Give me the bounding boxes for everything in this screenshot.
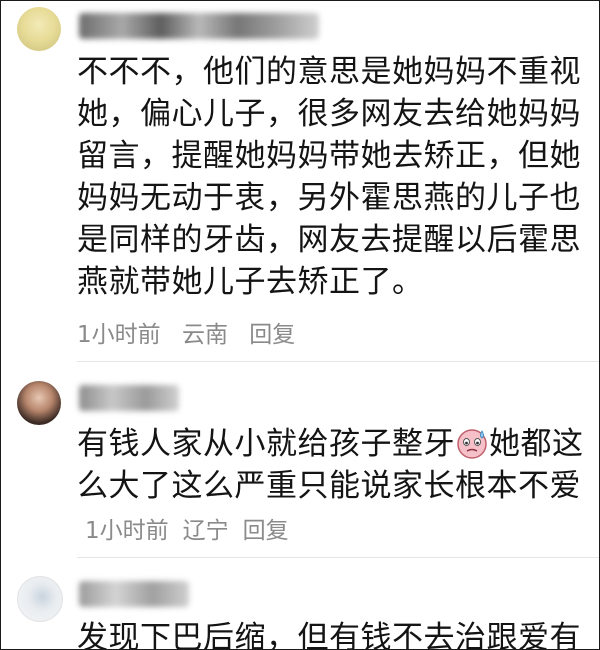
sweat-face-icon bbox=[457, 429, 487, 459]
comment-location: 云南 bbox=[181, 322, 228, 348]
username-blurred[interactable] bbox=[79, 13, 319, 39]
comment-location: 辽宁 bbox=[182, 518, 229, 544]
comment-text-part: 有钱人家从小就给孩子整牙 bbox=[77, 426, 455, 462]
comment-meta: 1小时前 辽宁 回复 bbox=[77, 518, 295, 544]
comment-time: 1小时前 bbox=[77, 322, 161, 348]
avatar[interactable] bbox=[17, 381, 61, 425]
avatar[interactable] bbox=[17, 7, 61, 51]
username-blurred[interactable] bbox=[79, 385, 179, 411]
reply-button[interactable]: 回复 bbox=[243, 518, 289, 544]
comment-time: 1小时前 bbox=[85, 518, 169, 544]
comment-meta: 1小时前 云南 回复 bbox=[77, 315, 309, 349]
username-blurred[interactable] bbox=[79, 581, 189, 607]
comment-text: 不不不，他们的意思是她妈妈不重视她，偏心儿子，很多网友去给她妈妈留言，提醒她妈妈… bbox=[77, 54, 581, 300]
avatar[interactable] bbox=[17, 576, 63, 622]
comment-list: 不不不，他们的意思是她妈妈不重视她，偏心儿子，很多网友去给她妈妈留言，提醒她妈妈… bbox=[0, 0, 600, 650]
divider bbox=[77, 557, 599, 558]
reply-button[interactable]: 回复 bbox=[249, 322, 295, 348]
comment-text: 有钱人家从小就给孩子整牙 她都这么大了这么严重只能说家长根本不爱1小时前 辽宁 回复 bbox=[77, 423, 587, 552]
divider bbox=[77, 361, 599, 362]
comment-text: 发现下巴后缩，但有钱不去治跟爱有 bbox=[77, 620, 581, 650]
